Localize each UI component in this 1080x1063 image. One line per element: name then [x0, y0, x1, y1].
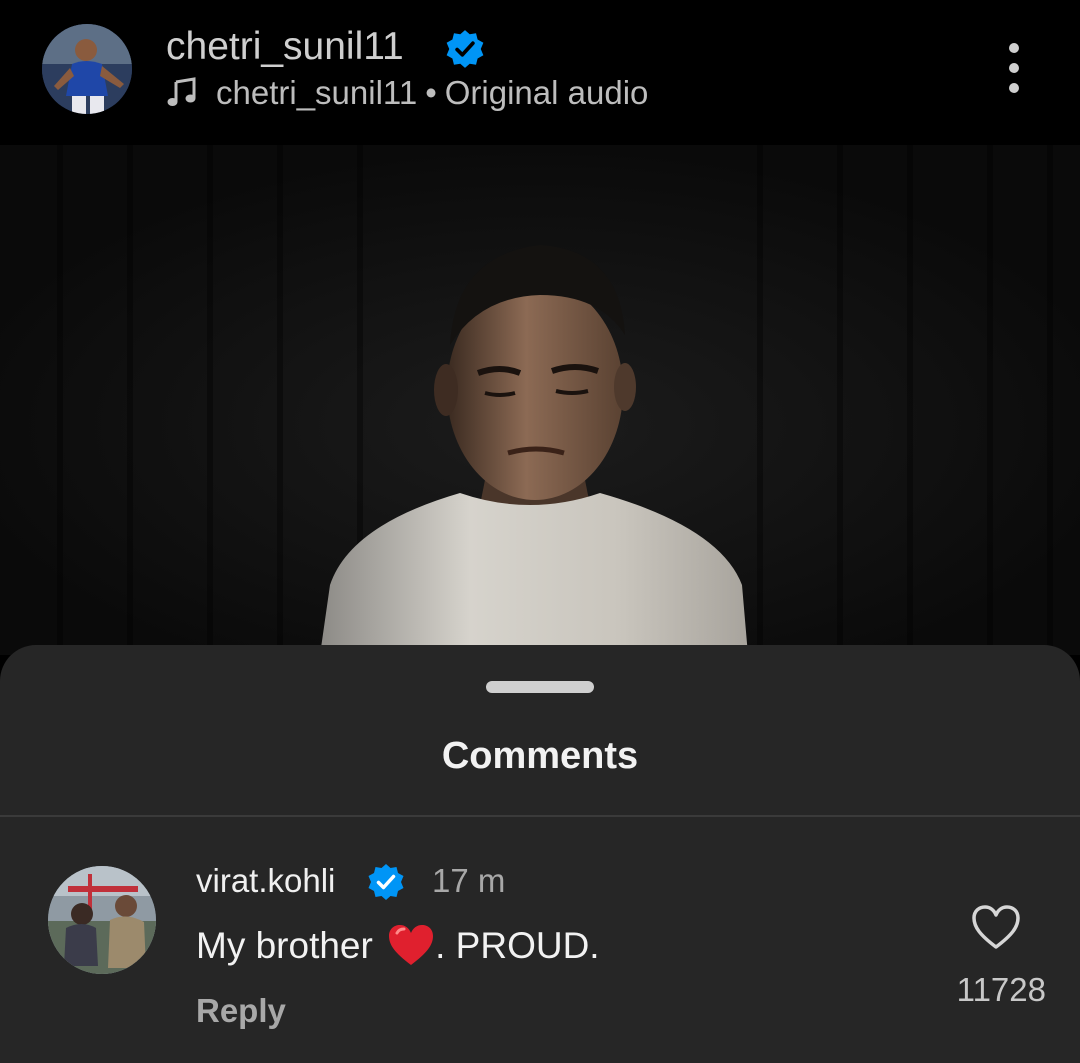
red-heart-emoji-icon: [389, 925, 434, 966]
audio-label: Original audio: [444, 74, 649, 111]
audio-artist: chetri_sunil11: [216, 74, 418, 111]
comment-text-after: . PROUD.: [435, 925, 600, 966]
author-avatar[interactable]: [42, 24, 132, 114]
reel-header: chetri_sunil11 chetri_sunil11 • Original a…: [0, 0, 1080, 145]
comments-title: Comments: [441, 735, 639, 777]
comments-sheet: Comments virat.kohli 17 m My brother . P…: [0, 645, 1080, 1063]
comment-timestamp: 17 m: [432, 862, 506, 899]
verified-badge-icon: [446, 30, 484, 68]
comment-text-before: My brother: [196, 925, 373, 966]
more-vertical-icon[interactable]: [996, 42, 1032, 94]
video-frame-image: [0, 145, 1080, 655]
commenter-avatar[interactable]: [48, 866, 156, 974]
reply-button[interactable]: Reply: [196, 989, 286, 1033]
verified-badge-icon: [368, 864, 404, 900]
commenter-username[interactable]: virat.kohli: [196, 859, 335, 903]
audio-separator: •: [425, 74, 437, 111]
reel-video[interactable]: [0, 145, 1080, 655]
divider: [0, 815, 1080, 817]
comment-text: My brother . PROUD.: [196, 923, 600, 970]
like-count: 11728: [956, 971, 1046, 1008]
drag-handle[interactable]: [486, 681, 594, 693]
reel-comments-screen: chetri_sunil11 chetri_sunil11 • Original a…: [0, 0, 1080, 1063]
audio-row[interactable]: chetri_sunil11 • Original audio: [166, 72, 648, 114]
heart-outline-icon[interactable]: [970, 903, 1022, 951]
music-note-icon: [167, 77, 196, 107]
author-username[interactable]: chetri_sunil11: [166, 24, 404, 70]
